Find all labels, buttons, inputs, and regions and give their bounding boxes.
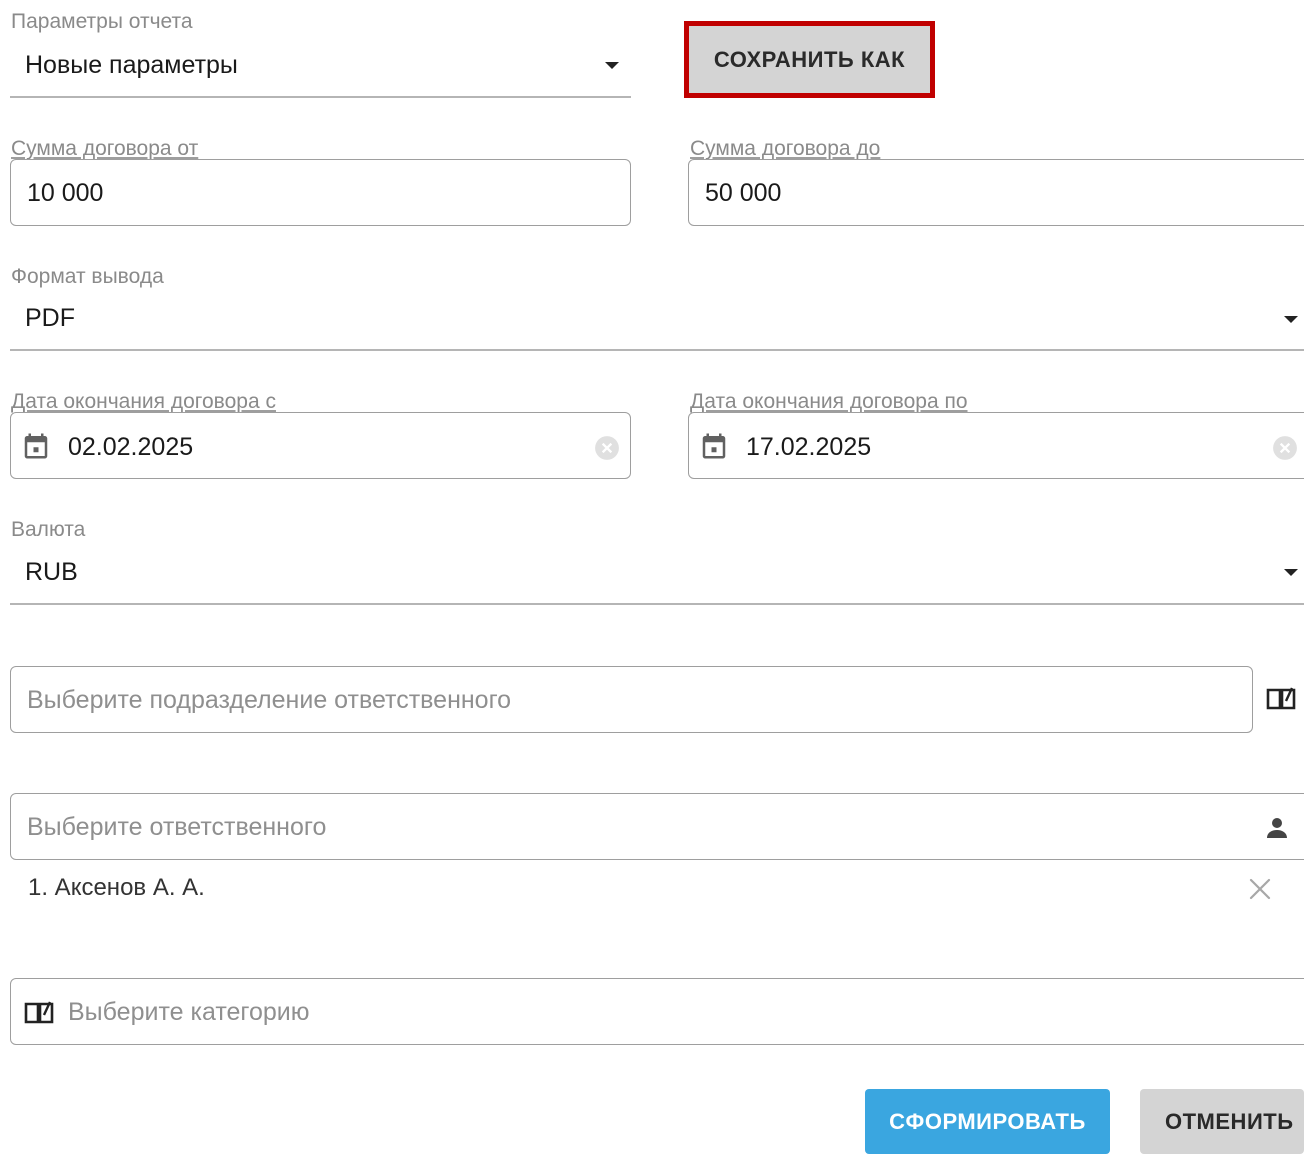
chevron-down-icon[interactable]: [1284, 316, 1298, 323]
amount-to-label: Сумма договора до: [690, 137, 881, 160]
report-params-underline: [10, 96, 631, 98]
end-date-to-value: 17.02.2025: [746, 433, 872, 461]
save-as-button[interactable]: СОХРАНИТЬ КАК: [684, 21, 935, 98]
amount-to-value: 50 000: [705, 179, 782, 207]
clear-icon[interactable]: [1272, 435, 1298, 461]
report-params-value[interactable]: Новые параметры: [25, 51, 238, 80]
clear-icon[interactable]: [594, 435, 620, 461]
output-format-value[interactable]: PDF: [25, 304, 75, 333]
currency-value[interactable]: RUB: [25, 558, 78, 587]
calendar-icon[interactable]: [21, 431, 51, 461]
remove-icon[interactable]: [1247, 876, 1273, 902]
end-date-to-label: Дата окончания договора по: [690, 390, 968, 413]
category-placeholder: Выберите категорию: [68, 998, 310, 1026]
amount-to-input[interactable]: 50 000: [688, 159, 1304, 226]
responsible-selected-item: 1. Аксенов А. А.: [28, 874, 205, 901]
amount-from-input[interactable]: 10 000: [10, 159, 631, 226]
chevron-down-icon[interactable]: [605, 62, 619, 69]
person-icon[interactable]: [1265, 816, 1289, 840]
book-icon[interactable]: [23, 999, 57, 1027]
category-input[interactable]: Выберите категорию: [10, 978, 1304, 1045]
cancel-button[interactable]: ОТМЕНИТЬ: [1140, 1089, 1304, 1154]
responsible-input[interactable]: Выберите ответственного: [10, 793, 1304, 860]
amount-from-label: Сумма договора от: [11, 137, 199, 160]
end-date-from-label: Дата окончания договора с: [11, 390, 276, 413]
responsible-placeholder: Выберите ответственного: [27, 813, 327, 841]
department-placeholder: Выберите подразделение ответственного: [27, 686, 512, 714]
generate-button[interactable]: СФОРМИРОВАТЬ: [865, 1089, 1110, 1154]
output-format-label: Формат вывода: [11, 265, 164, 288]
department-input[interactable]: Выберите подразделение ответственного: [10, 666, 1253, 733]
calendar-icon[interactable]: [699, 431, 729, 461]
end-date-from-value: 02.02.2025: [68, 433, 194, 461]
currency-label: Валюта: [11, 518, 86, 541]
currency-underline: [10, 603, 1304, 605]
end-date-from-input[interactable]: 02.02.2025: [10, 412, 631, 479]
chevron-down-icon[interactable]: [1284, 569, 1298, 576]
output-format-underline: [10, 349, 1304, 351]
end-date-to-input[interactable]: 17.02.2025: [688, 412, 1304, 479]
report-params-label: Параметры отчета: [11, 10, 193, 33]
amount-from-value: 10 000: [27, 179, 104, 207]
book-icon[interactable]: [1265, 685, 1299, 713]
